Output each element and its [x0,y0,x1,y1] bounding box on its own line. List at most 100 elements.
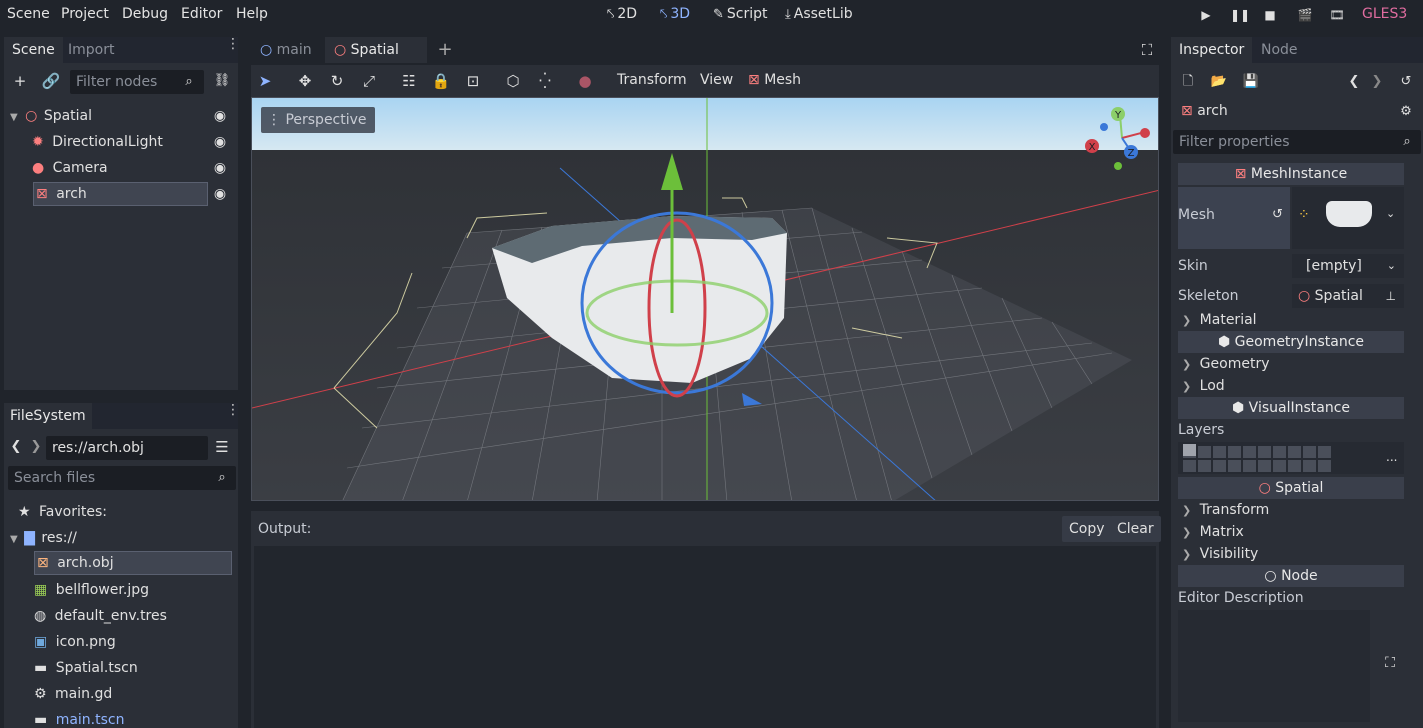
menu-dots-icon: ⋮ [267,112,281,128]
3d-viewport[interactable]: Y X Z ⋮ Perspective [251,97,1159,501]
clear-button[interactable]: Clear [1110,516,1161,542]
material-section[interactable]: ❯ Material [1182,309,1257,331]
perspective-menu-button[interactable]: ⋮ Perspective [261,107,375,133]
lod-section[interactable]: ❯ Lod [1182,375,1225,397]
mesh-menu[interactable]: ⊠ Mesh [748,72,801,88]
load-resource-icon[interactable]: 📂 [1209,72,1229,92]
view-menu[interactable]: View [700,72,733,88]
file-row[interactable]: ▬ main.tscn [34,708,124,728]
scene-tabs-bar: ○ main ○ Spatial ✕ + ⛶ [251,37,1159,84]
spatial-node-icon: ○ [334,42,347,58]
play-icon[interactable]: ▶ [1198,7,1214,23]
matrix-section[interactable]: ❯ Matrix [1182,521,1244,543]
file-row[interactable]: ⊠ arch.obj [34,551,232,575]
move-tool-icon[interactable]: ✥ [295,71,315,91]
tree-node-directionallight[interactable]: ✹ DirectionalLight [32,130,212,154]
res-root-row[interactable]: ▼ ▇ res:// [10,526,77,550]
visibility-eye-icon[interactable]: ◉ [213,135,227,149]
layers-more-button[interactable]: ... [1386,450,1397,464]
camera-preview-icon[interactable]: ● [575,71,595,91]
menu-scene[interactable]: Scene [7,6,50,22]
tab-inspector[interactable]: Inspector [1171,37,1253,63]
visibility-eye-icon[interactable]: ◉ [213,109,227,123]
tree-node-spatial[interactable]: ▼ ○ Spatial [10,104,210,128]
group-icon[interactable]: ⊡ [463,71,483,91]
list-select-icon[interactable]: ☷ [399,71,419,91]
layers-grid[interactable]: ... [1178,442,1404,474]
save-resource-icon[interactable]: 💾 [1241,72,1261,92]
view-mode-icon[interactable]: ☰ [212,437,232,457]
add-tab-icon[interactable]: + [435,40,455,60]
play-scene-icon[interactable]: 🎬 [1297,7,1313,23]
instance-scene-icon[interactable]: ⛓ [212,71,232,91]
geometry-section[interactable]: ❯ Geometry [1182,353,1269,375]
menu-editor[interactable]: Editor [181,6,222,22]
filter-properties-input[interactable]: Filter properties [1173,130,1421,154]
add-node-icon[interactable]: + [10,71,30,91]
workspace-script-button[interactable]: ✎ Script [713,6,768,22]
link-icon[interactable]: 🔗 [41,71,61,91]
stop-icon[interactable]: ■ [1262,7,1278,23]
revert-icon[interactable]: ↺ [1272,207,1283,222]
copy-button[interactable]: Copy [1062,516,1112,542]
output-log[interactable] [254,546,1156,728]
chevron-down-icon[interactable]: ⌄ [1386,207,1395,220]
renderer-selector[interactable]: GLES3 [1362,6,1407,22]
skin-field[interactable]: [empty] ⌄ [1292,254,1404,278]
distraction-free-icon[interactable]: ⛶ [1137,40,1157,60]
tab-node[interactable]: Node [1253,37,1306,63]
layer-bit-1-enabled[interactable] [1183,444,1196,456]
tab-main[interactable]: ○ main [251,37,321,63]
tab-import[interactable]: Import [60,37,122,63]
visibility-eye-icon[interactable]: ◉ [213,161,227,175]
skeleton-field[interactable]: ○ Spatial ⊥ [1292,284,1404,308]
object-properties-icon[interactable]: ⚙ [1396,102,1416,122]
history-forward-icon[interactable]: ❯ [1367,72,1387,92]
workspace-assetlib-button[interactable]: ⤓ AssetLib [785,6,853,22]
scale-tool-icon[interactable]: ⤢ [359,71,379,91]
menu-debug[interactable]: Debug [122,6,168,22]
back-icon[interactable]: ❮ [6,437,26,457]
favorites-row[interactable]: ★ Favorites: [18,500,107,524]
workspace-3d-button[interactable]: ⤣ 3D [660,6,690,22]
gizmo-x-label: X [1089,142,1096,153]
history-icon[interactable]: ↺ [1396,72,1416,92]
expand-icon[interactable]: ⛶ [1380,653,1400,673]
layer-bits[interactable] [1183,444,1333,472]
tab-filesystem[interactable]: FileSystem [4,403,92,429]
dock-menu-icon[interactable]: ⋮ [226,37,240,51]
inspected-object[interactable]: ⊠ arch [1181,103,1228,119]
file-row[interactable]: ▣ icon.png [34,630,116,654]
clear-path-icon[interactable]: ⊥ [1386,284,1396,308]
visibility-eye-icon[interactable]: ◉ [213,187,227,201]
forward-icon[interactable]: ❯ [26,437,46,457]
transform-menu[interactable]: Transform [617,72,687,88]
dock-menu-icon[interactable]: ⋮ [226,403,240,417]
editor-description-field[interactable] [1178,610,1370,722]
local-space-icon[interactable]: ⬡ [503,71,523,91]
file-row[interactable]: ▦ bellflower.jpg [34,578,149,602]
rotate-tool-icon[interactable]: ↻ [327,71,347,91]
tree-node-arch[interactable]: ⊠ arch [33,182,208,206]
tab-scene[interactable]: Scene [4,37,63,63]
mesh-resource-picker[interactable]: ⁘ ⌄ [1292,187,1404,249]
tree-node-camera[interactable]: ● Camera [32,156,212,180]
lock-icon[interactable]: 🔒 [431,71,451,91]
file-row[interactable]: ▬ Spatial.tscn [34,656,138,680]
transform-section[interactable]: ❯ Transform [1182,499,1269,521]
new-resource-icon[interactable]: 🗋 [1178,72,1198,92]
history-back-icon[interactable]: ❮ [1344,72,1364,92]
pause-icon[interactable]: ❚❚ [1230,7,1250,23]
select-tool-icon[interactable]: ➤ [255,71,275,91]
file-row[interactable]: ⚙ main.gd [34,682,112,706]
play-custom-scene-icon[interactable]: 🎞 [1329,7,1345,23]
tab-spatial[interactable]: ○ Spatial ✕ [325,37,427,84]
visibility-section[interactable]: ❯ Visibility [1182,543,1258,565]
workspace-2d-button[interactable]: ⤣ 2D [607,6,637,22]
search-files-input[interactable]: Search files [8,466,236,490]
menu-help[interactable]: Help [236,6,268,22]
menu-project[interactable]: Project [61,6,109,22]
snap-icon[interactable]: ⁛ [535,71,555,91]
path-field[interactable]: res://arch.obj [46,436,208,460]
file-row[interactable]: ◍ default_env.tres [34,604,167,628]
